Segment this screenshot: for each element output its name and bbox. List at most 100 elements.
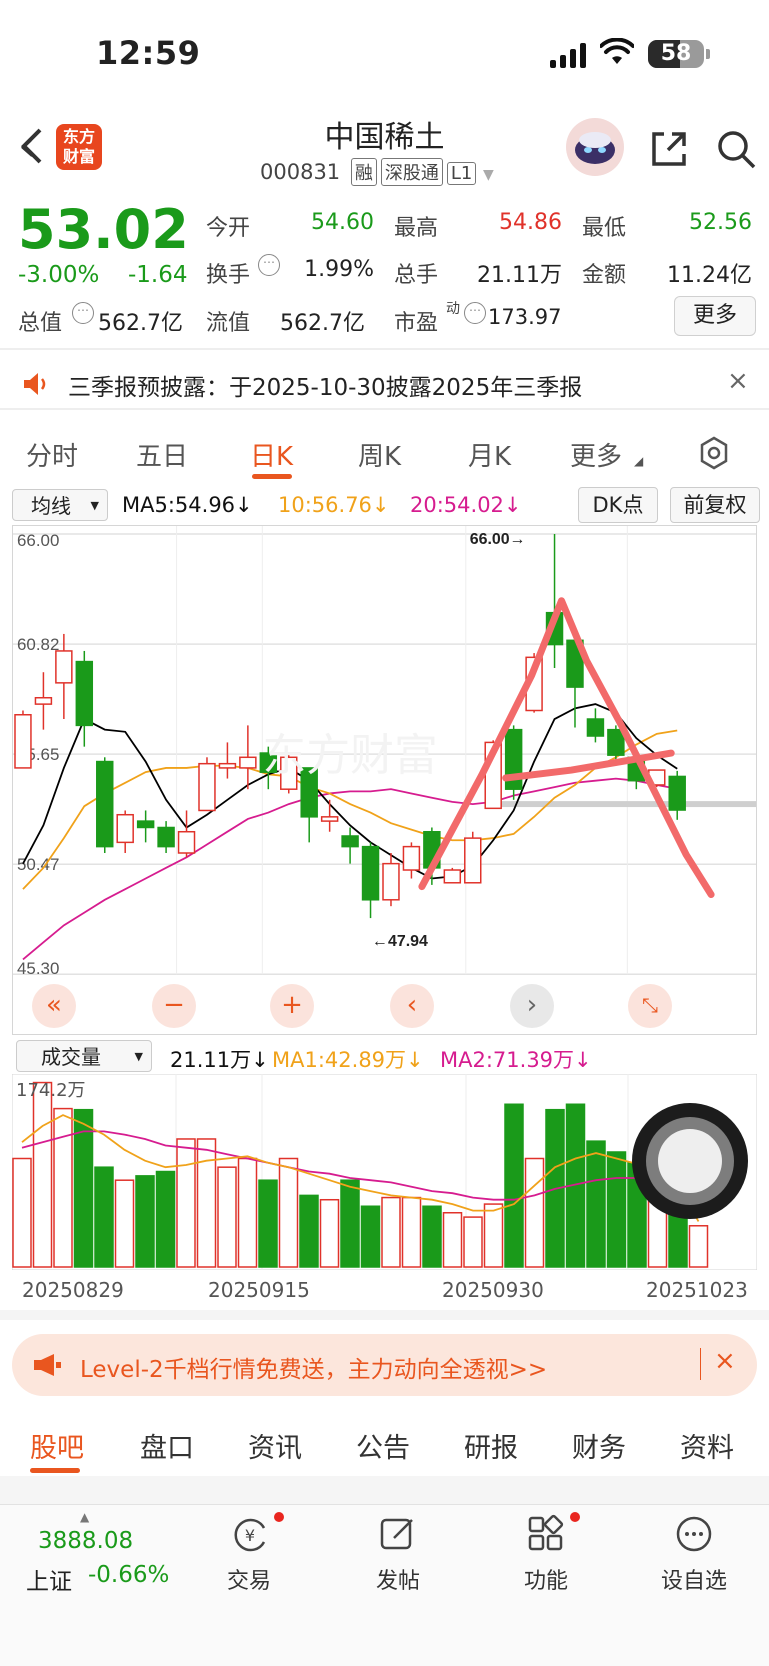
- volume-bar: [176, 1138, 196, 1268]
- compose-icon[interactable]: [378, 1514, 418, 1554]
- share-icon[interactable]: [648, 128, 690, 170]
- amount-value: 11.24亿: [667, 263, 752, 288]
- tab-more[interactable]: 更多: [570, 436, 622, 473]
- index-value[interactable]: 3888.08: [38, 1528, 133, 1554]
- tab-weekly-k[interactable]: 周K: [358, 436, 401, 473]
- tab-financials[interactable]: 财务: [572, 1426, 626, 1465]
- volume-select-label: 成交量: [41, 1045, 101, 1069]
- notification-dot: [274, 1512, 284, 1522]
- content-placeholder: [0, 1476, 769, 1504]
- tab-forum[interactable]: 股吧: [30, 1426, 84, 1465]
- banner-separator: [700, 1348, 701, 1380]
- index-label[interactable]: 上证: [26, 1562, 72, 1596]
- battery-icon: 58: [648, 40, 710, 68]
- more-circle-icon[interactable]: [674, 1514, 714, 1554]
- candle-body: [586, 718, 605, 737]
- scroll-left-icon[interactable]: ‹: [390, 984, 434, 1028]
- candle-body: [607, 728, 625, 756]
- volume-bar: [53, 1107, 73, 1268]
- tab-five-day[interactable]: 五日: [136, 436, 188, 473]
- wifi-icon: [600, 38, 634, 64]
- status-time: 12:59: [96, 34, 201, 72]
- volume-bar: [319, 1198, 340, 1268]
- yuan-exchange-icon[interactable]: ¥: [230, 1514, 270, 1554]
- tab-research[interactable]: 研报: [464, 1426, 518, 1465]
- info-icon[interactable]: ⋯: [72, 302, 94, 324]
- search-icon[interactable]: [715, 128, 757, 170]
- candle-body: [341, 835, 359, 848]
- volume-bar: [12, 1157, 32, 1268]
- candle-body: [239, 756, 257, 769]
- notice-text[interactable]: 三季报预披露：于2025-10-30披露2025年三季报: [68, 368, 582, 402]
- more-button[interactable]: 更多: [674, 296, 756, 336]
- chevrons-left-icon[interactable]: «: [32, 984, 76, 1028]
- dk-point-button[interactable]: DK点: [578, 487, 658, 523]
- zoom-out-icon[interactable]: −: [152, 984, 196, 1028]
- amount-label: 金额: [582, 263, 627, 288]
- turnover-value: 1.99%: [304, 257, 374, 282]
- candle-body: [218, 762, 237, 769]
- dk-point-label: DK点: [592, 493, 644, 517]
- volume-bar: [524, 1157, 545, 1268]
- indicator-select[interactable]: 均线 ▼: [12, 489, 108, 521]
- date-label: 20250915: [208, 1278, 310, 1302]
- candle-body: [382, 862, 400, 901]
- adjust-mode-button[interactable]: 前复权: [670, 487, 760, 523]
- volume-bar: [606, 1151, 627, 1268]
- nav-post[interactable]: 发帖: [348, 1563, 448, 1595]
- candle-body: [443, 869, 462, 884]
- price: 53.02: [18, 198, 189, 261]
- zoom-in-icon[interactable]: +: [270, 984, 314, 1028]
- volume-current: 21.11万↓: [170, 1048, 269, 1072]
- candle-body: [136, 820, 155, 829]
- candle-body: [157, 826, 175, 848]
- tab-underline: [252, 474, 292, 479]
- volume-bar: [237, 1157, 258, 1268]
- volume-bar: [114, 1179, 135, 1268]
- ma5-value: MA5:54.96↓: [122, 493, 253, 517]
- nav-functions[interactable]: 功能: [496, 1563, 596, 1595]
- floating-assistive-button[interactable]: [632, 1103, 748, 1219]
- volume-bar: [217, 1166, 237, 1268]
- candlestick-chart[interactable]: 66.0060.8255.6550.4745.3066.00→←47.94东方财…: [12, 525, 757, 1035]
- tab-news[interactable]: 资讯: [248, 1426, 302, 1465]
- tab-profile[interactable]: 资料: [680, 1426, 734, 1465]
- close-icon[interactable]: ×: [714, 1346, 736, 1376]
- gear-icon[interactable]: [697, 436, 731, 470]
- fullscreen-icon[interactable]: ⤡: [628, 984, 672, 1028]
- tab-intraday[interactable]: 分时: [26, 436, 78, 473]
- low-label: 最低: [582, 216, 627, 241]
- tab-announcements[interactable]: 公告: [356, 1426, 410, 1465]
- nav-add-watchlist[interactable]: 设自选: [644, 1563, 744, 1595]
- stock-code-row[interactable]: 000831 融深股通 L1 ▼: [260, 158, 494, 186]
- speaker-icon: [24, 373, 46, 395]
- banner-text[interactable]: Level-2千档行情免费送，主力动向全透视>>: [80, 1350, 547, 1384]
- info-icon[interactable]: ⋯: [464, 302, 486, 324]
- close-icon[interactable]: ×: [727, 366, 749, 396]
- robot-avatar[interactable]: [566, 118, 624, 176]
- volume-bar: [504, 1103, 524, 1268]
- volume-indicator-select[interactable]: 成交量 ▼: [16, 1040, 152, 1072]
- date-label: 20250829: [22, 1278, 124, 1302]
- index-change[interactable]: -0.66%: [88, 1562, 169, 1588]
- volume-bar: [422, 1205, 442, 1268]
- info-icon[interactable]: ⋯: [258, 254, 280, 276]
- tab-daily-k[interactable]: 日K: [250, 436, 293, 473]
- chevron-down-icon: ▼: [90, 499, 99, 512]
- divider: [0, 1310, 769, 1320]
- candle-body: [668, 775, 686, 811]
- tab-monthly-k[interactable]: 月K: [468, 436, 511, 473]
- apps-grid-icon[interactable]: [526, 1514, 566, 1554]
- volume-bar: [688, 1225, 709, 1268]
- float-value: 562.7亿: [280, 311, 365, 336]
- nav-trade[interactable]: 交易: [199, 1563, 299, 1595]
- volume-bar: [381, 1196, 401, 1268]
- indicator-select-label: 均线: [31, 494, 71, 518]
- chevron-down-icon[interactable]: ▼: [483, 167, 494, 183]
- tab-order-book[interactable]: 盘口: [140, 1426, 194, 1465]
- scroll-right-icon[interactable]: ›: [510, 984, 554, 1028]
- candle-body: [402, 845, 421, 871]
- tag-margin: 融: [350, 158, 377, 186]
- cellular-signal-icon: [550, 42, 590, 68]
- divider: [0, 348, 769, 350]
